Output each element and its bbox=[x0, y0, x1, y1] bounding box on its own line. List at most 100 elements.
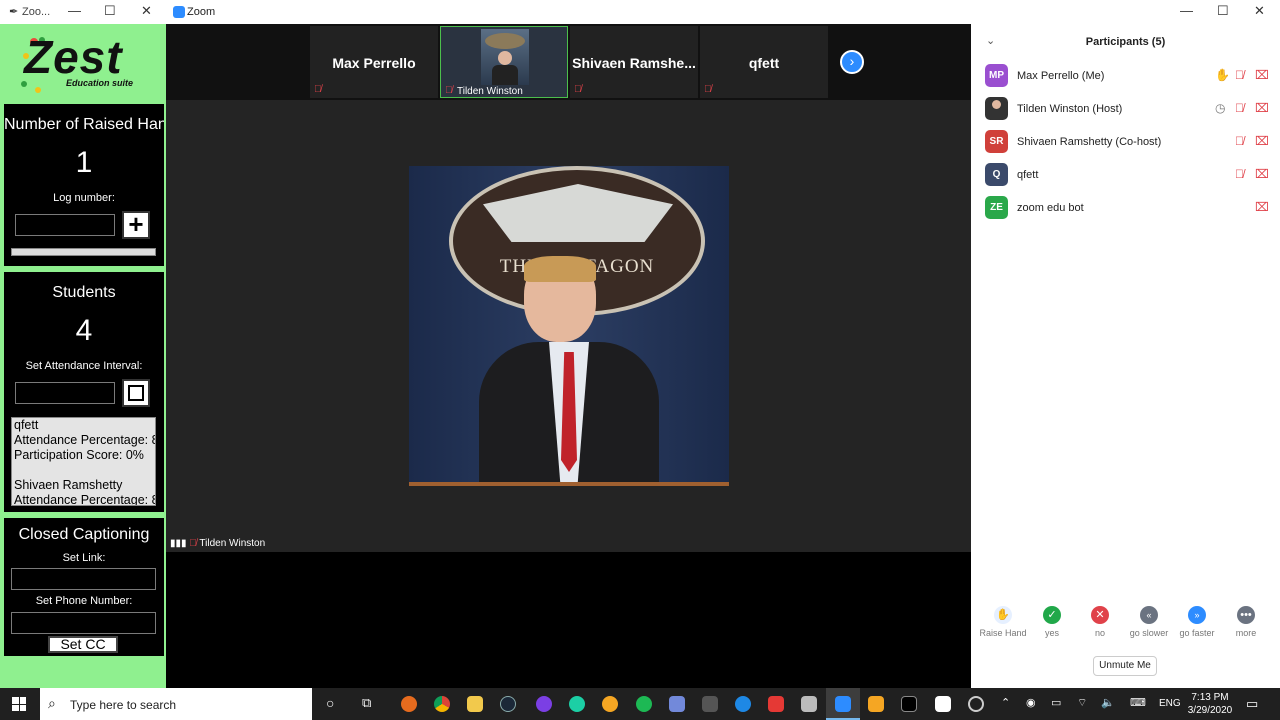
mic-muted-icon[interactable]: 🎙̸ bbox=[1235, 68, 1244, 82]
more-button[interactable]: ••• more bbox=[1222, 606, 1270, 638]
zoom-taskbar-button[interactable] bbox=[826, 688, 860, 720]
raised-hands-title: Number of Raised Hands bbox=[4, 116, 164, 133]
log-number-input[interactable] bbox=[15, 214, 115, 236]
task-view-icon[interactable]: ⧉ bbox=[362, 695, 371, 711]
participant-row[interactable]: Tilden Winston (Host) ◷ 🎙̸ ⌧ bbox=[971, 93, 1280, 126]
speaker-video: THE PENTAGON bbox=[409, 166, 729, 486]
clock-icon: ◷ bbox=[1215, 101, 1226, 115]
list-item: qfett bbox=[14, 418, 39, 432]
chrome-icon[interactable] bbox=[434, 696, 450, 712]
zoom-titlebar: Zoom bbox=[166, 0, 971, 24]
video-off-icon[interactable]: ⌧ bbox=[1255, 200, 1269, 214]
close-button[interactable]: ✕ bbox=[141, 3, 152, 19]
cc-title: Closed Captioning bbox=[18, 526, 150, 543]
speaker-name: Tilden Winston bbox=[199, 538, 266, 549]
students-count: 4 bbox=[75, 314, 93, 347]
volume-icon[interactable]: 🔈 bbox=[1101, 696, 1115, 709]
zoom-maximize-button[interactable]: ☐ bbox=[1217, 3, 1229, 19]
raise-hand-button[interactable]: ✋ Raise Hand bbox=[979, 606, 1027, 638]
video-off-icon[interactable]: ⌧ bbox=[1255, 68, 1269, 82]
cc-link-input[interactable] bbox=[11, 568, 156, 590]
video-tile[interactable]: Shivaen Ramshe... 🎙̸ bbox=[570, 26, 698, 98]
app-icon[interactable] bbox=[536, 696, 552, 712]
app-icon[interactable] bbox=[602, 696, 618, 712]
mic-muted-icon[interactable]: 🎙̸ bbox=[1235, 134, 1244, 148]
set-cc-button[interactable]: Set CC bbox=[48, 636, 118, 653]
yes-button[interactable]: ✓ yes bbox=[1028, 606, 1076, 638]
download-icon[interactable] bbox=[768, 696, 784, 712]
discord-icon[interactable] bbox=[669, 696, 685, 712]
zoom-close-button[interactable]: ✕ bbox=[1254, 3, 1265, 19]
cc-phone-input[interactable] bbox=[11, 612, 156, 634]
check-icon: ✓ bbox=[1043, 606, 1061, 624]
participant-name: Shivaen Ramshetty (Co-host) bbox=[1017, 136, 1162, 148]
attendance-interval-label: Set Attendance Interval: bbox=[25, 360, 143, 372]
battery-icon[interactable]: ▭ bbox=[1051, 696, 1061, 709]
attendance-interval-input[interactable] bbox=[15, 382, 115, 404]
video-off-icon[interactable]: ⌧ bbox=[1255, 134, 1269, 148]
terminal-icon[interactable] bbox=[901, 696, 917, 712]
notification-icon[interactable]: ▭ bbox=[1246, 696, 1258, 712]
zoom-minimize-button[interactable]: — bbox=[1180, 3, 1193, 18]
cc-link-label: Set Link: bbox=[62, 552, 106, 564]
file-explorer-icon[interactable] bbox=[467, 696, 483, 712]
obs-icon[interactable] bbox=[968, 696, 984, 712]
clock[interactable]: 7:13 PM 3/29/2020 bbox=[1184, 691, 1236, 717]
participant-row[interactable]: SR Shivaen Ramshetty (Co-host) 🎙̸ ⌧ bbox=[971, 126, 1280, 159]
taskbar: ⌕ Type here to search ○ ⧉ ⌃ ◉ ▭ ⌔ 🔈 ⌨ EN… bbox=[0, 688, 1280, 720]
fast-forward-icon: » bbox=[1188, 606, 1206, 624]
language-indicator[interactable]: ENG bbox=[1159, 698, 1181, 709]
mic-muted-icon: 🎙̸ bbox=[314, 84, 322, 95]
cortana-icon[interactable]: ○ bbox=[326, 695, 334, 711]
mic-muted-icon[interactable]: 🎙̸ bbox=[1235, 167, 1244, 181]
sublime-icon[interactable] bbox=[868, 696, 884, 712]
mic-muted-icon: 🎙̸ bbox=[189, 538, 197, 549]
app-icon[interactable] bbox=[569, 696, 585, 712]
students-title: Students bbox=[52, 284, 116, 301]
add-log-button[interactable]: + bbox=[122, 211, 150, 239]
app-icon[interactable] bbox=[801, 696, 817, 712]
mic-muted-icon[interactable]: 🎙̸ bbox=[1235, 101, 1244, 115]
raised-hands-count: 1 bbox=[75, 146, 93, 179]
tray-icon[interactable]: ◉ bbox=[1026, 696, 1036, 709]
maximize-button[interactable]: ☐ bbox=[104, 3, 116, 19]
zest-window: ✒ Zoo... — ☐ ✕ Zest Education suite Numb… bbox=[0, 0, 166, 688]
app-icon[interactable] bbox=[702, 696, 718, 712]
next-page-button[interactable]: › bbox=[840, 50, 864, 74]
stop-icon bbox=[128, 385, 144, 401]
taskbar-search[interactable]: ⌕ Type here to search bbox=[40, 688, 312, 720]
students-listbox[interactable]: qfett Attendance Percentage: 8 Participa… bbox=[11, 417, 156, 506]
video-tile[interactable]: Max Perrello 🎙̸ bbox=[310, 26, 438, 98]
list-item: Attendance Percentage: 8 bbox=[14, 493, 156, 506]
participant-row[interactable]: ZE zoom edu bot ⌧ bbox=[971, 192, 1280, 225]
signal-icon: ▮▮▮ bbox=[170, 538, 187, 549]
notepad-icon[interactable] bbox=[935, 696, 951, 712]
video-tile-active[interactable]: 🎙̸ Tilden Winston bbox=[440, 26, 568, 98]
firefox-icon[interactable] bbox=[401, 696, 417, 712]
participants-panel: ⌄ Participants (5) MP Max Perrello (Me) … bbox=[971, 24, 1280, 688]
go-faster-button[interactable]: » go faster bbox=[1173, 606, 1221, 638]
video-off-icon[interactable]: ⌧ bbox=[1255, 101, 1269, 115]
app-icon[interactable] bbox=[735, 696, 751, 712]
spotify-icon[interactable] bbox=[636, 696, 652, 712]
search-icon: ⌕ bbox=[48, 695, 56, 711]
windows-start-icon[interactable] bbox=[12, 697, 26, 711]
keyboard-icon[interactable]: ⌨ bbox=[1130, 696, 1146, 709]
video-tile[interactable]: qfett 🎙̸ bbox=[700, 26, 828, 98]
speaker-label: ▮▮▮ 🎙̸ Tilden Winston bbox=[170, 538, 265, 549]
no-button[interactable]: ✕ no bbox=[1076, 606, 1124, 638]
set-interval-button[interactable] bbox=[122, 379, 150, 407]
video-off-icon[interactable]: ⌧ bbox=[1255, 167, 1269, 181]
list-item: Attendance Percentage: 8 bbox=[14, 433, 156, 447]
wifi-icon[interactable]: ⌔ bbox=[1077, 696, 1087, 710]
zoom-icon bbox=[835, 696, 851, 712]
go-slower-button[interactable]: « go slower bbox=[1125, 606, 1173, 638]
minimize-button[interactable]: — bbox=[68, 3, 81, 18]
unmute-me-button[interactable]: Unmute Me bbox=[1093, 656, 1157, 676]
participant-row[interactable]: MP Max Perrello (Me) ✋ 🎙̸ ⌧ bbox=[971, 60, 1280, 93]
participant-name: qfett bbox=[1017, 169, 1039, 181]
tray-chevron-icon[interactable]: ⌃ bbox=[1001, 696, 1010, 709]
steam-icon[interactable] bbox=[500, 696, 516, 712]
search-placeholder: Type here to search bbox=[70, 698, 177, 712]
participant-row[interactable]: Q qfett 🎙̸ ⌧ bbox=[971, 159, 1280, 192]
